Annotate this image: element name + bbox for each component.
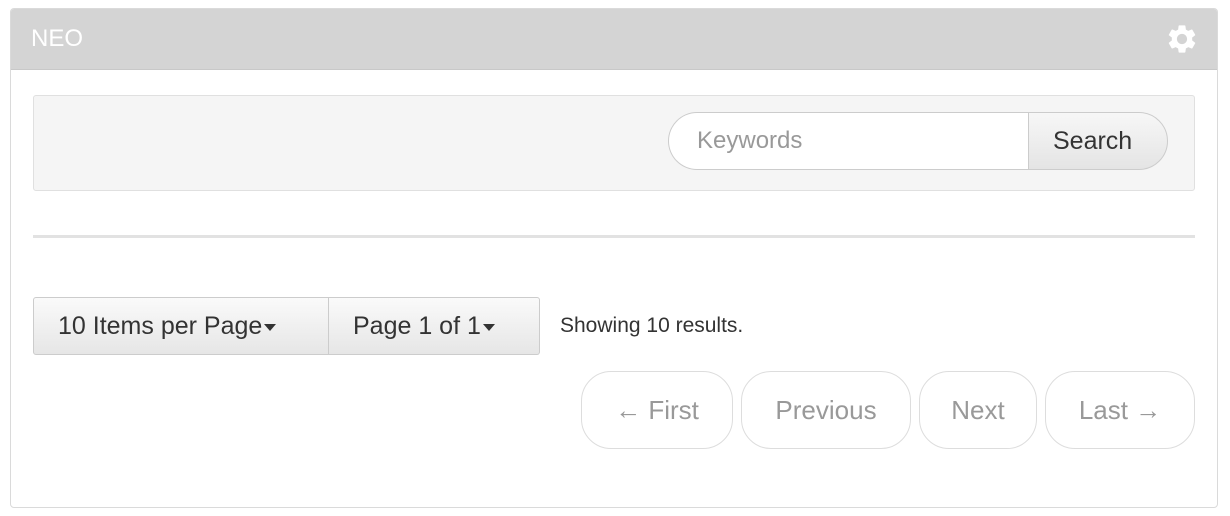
page-select-label: Page 1 of 1 (353, 311, 481, 340)
caret-down-icon (482, 324, 495, 331)
divider (33, 235, 1195, 238)
search-button[interactable]: Search (1028, 112, 1168, 170)
search-toolbar: Search (33, 95, 1195, 191)
pager-controls: 10 Items per Page Page 1 of 1 Showing 10… (33, 297, 743, 355)
panel-header: NEO (11, 9, 1217, 70)
pagination-nav: ← First Previous Next Last → (581, 371, 1195, 449)
items-per-page-label: 10 Items per Page (58, 311, 263, 340)
caret-down-icon (264, 324, 277, 331)
gear-icon[interactable] (1165, 22, 1199, 56)
search-input[interactable] (668, 112, 1028, 170)
neo-panel: NEO Search 10 Items per Page Page 1 of 1… (10, 8, 1218, 508)
previous-page-button[interactable]: Previous (741, 371, 911, 449)
panel-title: NEO (31, 25, 84, 52)
first-page-button[interactable]: ← First (581, 371, 733, 449)
last-page-button[interactable]: Last → (1045, 371, 1195, 449)
items-per-page-dropdown[interactable]: 10 Items per Page (33, 297, 329, 355)
page-select-dropdown[interactable]: Page 1 of 1 (329, 297, 540, 355)
results-count: Showing 10 results. (560, 314, 744, 337)
search-group: Search (668, 112, 1168, 170)
next-page-button[interactable]: Next (919, 371, 1037, 449)
